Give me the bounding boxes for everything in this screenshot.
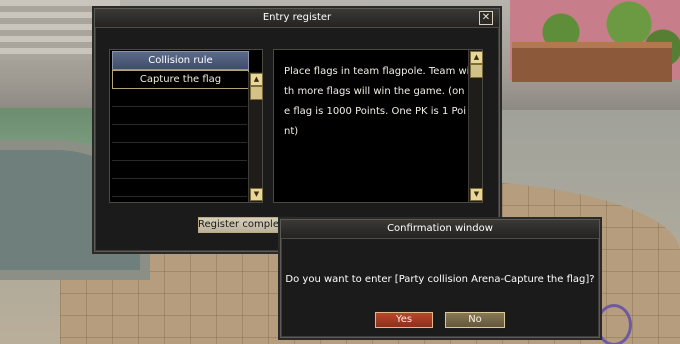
decorative-statue [596, 304, 632, 344]
description-scrollbar[interactable]: ▲ ▼ [468, 50, 483, 202]
list-rows: Collision rule Capture the flag [110, 50, 249, 202]
arrow-down-icon[interactable]: ▼ [250, 188, 263, 201]
rule-description-panel: Place flags in team flagpole. Team with … [273, 49, 483, 203]
list-scroll-thumb[interactable] [250, 86, 263, 100]
list-header-collision-rule[interactable]: Collision rule [112, 51, 249, 70]
entry-register-title: Entry register [95, 9, 499, 28]
rule-description-text: Place flags in team flagpole. Team with … [284, 66, 470, 137]
list-item-empty [112, 143, 247, 161]
arrow-up-icon[interactable]: ▲ [250, 73, 263, 86]
close-icon[interactable]: ✕ [479, 11, 493, 25]
no-button[interactable]: No [444, 311, 506, 329]
arrow-up-icon[interactable]: ▲ [470, 51, 483, 64]
arrow-down-icon[interactable]: ▼ [470, 188, 483, 201]
list-item-empty [112, 125, 247, 143]
confirmation-message: Do you want to enter [Party collision Ar… [285, 274, 595, 285]
confirmation-window: Confirmation window Do you want to enter… [280, 219, 600, 338]
description-scroll-thumb[interactable] [470, 64, 483, 78]
confirmation-title: Confirmation window [281, 220, 599, 239]
list-item-empty [112, 107, 247, 125]
entry-register-window: Entry register ✕ Collision rule Capture … [94, 8, 500, 252]
market-stall [512, 42, 672, 82]
list-item-capture-the-flag[interactable]: Capture the flag [112, 70, 249, 89]
collision-rule-list: Collision rule Capture the flag ▲ ▼ [109, 49, 263, 203]
list-scrollbar[interactable]: ▲ ▼ [248, 72, 263, 202]
yes-button[interactable]: Yes [374, 311, 434, 329]
list-item-empty [112, 179, 247, 197]
list-item-empty [112, 161, 247, 179]
list-item-empty [112, 89, 247, 107]
